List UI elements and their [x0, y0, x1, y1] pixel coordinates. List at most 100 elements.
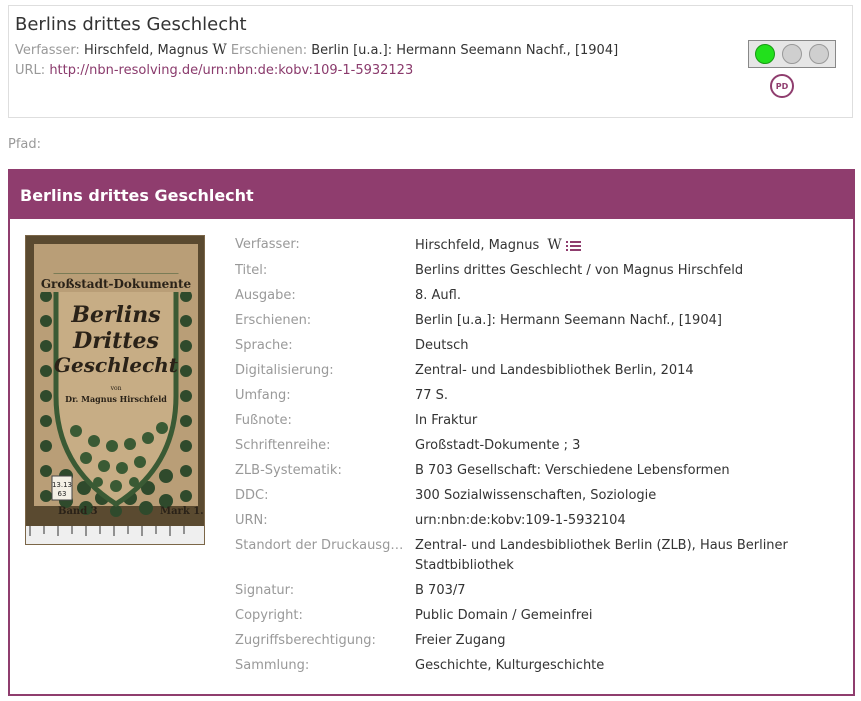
author-label: Verfasser:	[15, 43, 80, 58]
path-label: Pfad:	[8, 137, 42, 152]
metadata-label: Sammlung:	[235, 658, 310, 673]
cover-author-text: Dr. Magnus Hirschfeld	[65, 394, 167, 404]
metadata-label: Ausgabe:	[235, 288, 296, 303]
metadata-value: Großstadt-Dokumente ; 3	[415, 438, 581, 453]
metadata-label: Standort der Druckausgabe:	[235, 538, 415, 553]
metadata-value-cell: Deutsch	[415, 336, 825, 356]
metadata-label: Copyright:	[235, 608, 303, 623]
cover-title-line: Berlins	[70, 302, 160, 328]
metadata-value[interactable]: Hirschfeld, Magnus	[415, 238, 539, 253]
metadata-row-fu-note: Fußnote: In Fraktur	[235, 411, 835, 431]
published-value: Berlin [u.a.]: Hermann Seemann Nachf., […	[311, 43, 619, 58]
metadata-value: 77 S.	[415, 388, 449, 403]
metadata-value: Freier Zugang	[415, 633, 506, 648]
record-detail-panel: Berlins drittes Geschlecht Großstadt-Dok…	[8, 169, 855, 696]
metadata-value-cell: urn:nbn:de:kobv:109-1-5932104	[415, 511, 825, 531]
access-status-indicator	[748, 40, 836, 68]
cover-band-text: Band 3	[58, 506, 98, 517]
metadata-row-erschienen: Erschienen: Berlin [u.a.]: Hermann Seeman…	[235, 311, 835, 331]
status-light-off	[781, 44, 802, 64]
metadata-label: DDC:	[235, 488, 269, 503]
public-domain-badge[interactable]: PD	[770, 74, 794, 98]
metadata-row-sammlung: Sammlung: Geschichte, Kulturgeschichte	[235, 656, 835, 676]
metadata-value-cell: Zentral- und Landesbibliothek Berlin (ZL…	[415, 536, 825, 576]
metadata-value: B 703 Gesellschaft: Verschiedene Lebensf…	[415, 463, 730, 478]
metadata-value-cell: Hirschfeld, Magnus W	[415, 235, 825, 256]
status-light-green	[754, 44, 775, 64]
metadata-value: 300 Sozialwissenschaften, Soziologie	[415, 488, 657, 503]
metadata-value: Public Domain / Gemeinfrei	[415, 608, 593, 623]
metadata-table: Verfasser: Hirschfeld, Magnus W Titel: Berl…	[235, 235, 835, 681]
metadata-row-ddc: DDC: 300 Sozialwissenschaften, Soziologie	[235, 486, 835, 506]
cover-illustration: Großstadt-Dokumente Berlins Drittes Gesc…	[26, 236, 204, 544]
metadata-row-zlb-systematik: ZLB-Systematik: B 703 Gesellschaft: Versc…	[235, 461, 835, 481]
metadata-value: 8. Aufl.	[415, 288, 461, 303]
metadata-row-verfasser: Verfasser: Hirschfeld, Magnus W	[235, 235, 835, 256]
cover-von-text: von	[110, 385, 122, 392]
metadata-label: Umfang:	[235, 388, 291, 403]
url-label: URL:	[15, 63, 46, 78]
metadata-label: Titel:	[235, 263, 268, 278]
metadata-value: Geschichte, Kulturgeschichte	[415, 658, 605, 673]
metadata-value: Deutsch	[415, 338, 469, 353]
metadata-value-cell: Berlins drittes Geschlecht / von Magnus …	[415, 261, 825, 281]
metadata-value-cell: Public Domain / Gemeinfrei	[415, 606, 825, 626]
metadata-row-ausgabe: Ausgabe: 8. Aufl.	[235, 286, 835, 306]
metadata-label: Digitalisierung:	[235, 363, 334, 378]
cover-title-line: Drittes	[72, 328, 159, 354]
wikipedia-icon[interactable]: W	[547, 237, 561, 253]
metadata-value: Berlin [u.a.]: Hermann Seemann Nachf., […	[415, 313, 722, 328]
metadata-value-cell: 300 Sozialwissenschaften, Soziologie	[415, 486, 825, 506]
metadata-row-urn: URN: urn:nbn:de:kobv:109-1-5932104	[235, 511, 835, 531]
metadata-label: Fußnote:	[235, 413, 292, 428]
permanent-url-link[interactable]: http://nbn-resolving.de/urn:nbn:de:kobv:…	[49, 63, 413, 78]
metadata-label: Sprache:	[235, 338, 293, 353]
status-light-off	[809, 44, 830, 64]
book-cover-thumbnail[interactable]: Großstadt-Dokumente Berlins Drittes Gesc…	[25, 235, 205, 545]
summary-url-line: URL: http://nbn-resolving.de/urn:nbn:de:…	[15, 63, 413, 78]
metadata-value: Zentral- und Landesbibliothek Berlin (ZL…	[415, 538, 788, 573]
metadata-value: In Fraktur	[415, 413, 478, 428]
metadata-row-signatur: Signatur: B 703/7	[235, 581, 835, 601]
metadata-label: Schriftenreihe:	[235, 438, 331, 453]
metadata-row-digitalisierung: Digitalisierung: Zentral- und Landesbibli…	[235, 361, 835, 381]
metadata-value: B 703/7	[415, 583, 466, 598]
cover-series-text: Großstadt-Dokumente	[41, 277, 192, 291]
panel-title: Berlins drittes Geschlecht	[10, 171, 853, 219]
shelf-sticker-text: 63	[58, 490, 67, 498]
metadata-label: Verfasser:	[235, 237, 300, 252]
metadata-row-standort-der-druckausgabe: Standort der Druckausgabe: Zentral- und L…	[235, 536, 835, 576]
record-title: Berlins drittes Geschlecht	[15, 14, 247, 35]
metadata-value-cell: Zentral- und Landesbibliothek Berlin, 20…	[415, 361, 825, 381]
cover-title-line: Geschlecht	[54, 353, 179, 377]
metadata-value-cell: B 703 Gesellschaft: Verschiedene Lebensf…	[415, 461, 825, 481]
shelf-sticker-text: 13.13	[52, 481, 72, 489]
metadata-value-cell: B 703/7	[415, 581, 825, 601]
metadata-value-cell: 8. Aufl.	[415, 286, 825, 306]
list-icon[interactable]	[565, 240, 581, 252]
metadata-value-cell: Berlin [u.a.]: Hermann Seemann Nachf., […	[415, 311, 825, 331]
metadata-row-sprache: Sprache: Deutsch	[235, 336, 835, 356]
record-summary: Berlins drittes Geschlecht Verfasser: Hi…	[8, 5, 853, 118]
metadata-value: Zentral- und Landesbibliothek Berlin, 20…	[415, 363, 694, 378]
metadata-row-umfang: Umfang: 77 S.	[235, 386, 835, 406]
metadata-label: ZLB-Systematik:	[235, 463, 342, 478]
metadata-row-zugriffsberechtigung: Zugriffsberechtigung: Freier Zugang	[235, 631, 835, 651]
metadata-label: URN:	[235, 513, 268, 528]
author-link[interactable]: Hirschfeld, Magnus	[84, 43, 208, 58]
metadata-value-cell: Geschichte, Kulturgeschichte	[415, 656, 825, 676]
wikipedia-icon[interactable]: W	[212, 42, 226, 58]
published-label: Erschienen:	[230, 43, 308, 58]
metadata-value-cell: Freier Zugang	[415, 631, 825, 651]
summary-author-line: Verfasser: Hirschfeld, Magnus W Erschien…	[15, 42, 618, 58]
metadata-value-cell: 77 S.	[415, 386, 825, 406]
metadata-value-cell: In Fraktur	[415, 411, 825, 431]
metadata-value-cell: Großstadt-Dokumente ; 3	[415, 436, 825, 456]
metadata-label: Erschienen:	[235, 313, 312, 328]
metadata-label: Signatur:	[235, 583, 295, 598]
cover-price-text: Mark 1.	[160, 506, 204, 517]
metadata-row-copyright: Copyright: Public Domain / Gemeinfrei	[235, 606, 835, 626]
metadata-value: urn:nbn:de:kobv:109-1-5932104	[415, 513, 626, 528]
metadata-row-schriftenreihe: Schriftenreihe: Großstadt-Dokumente ; 3	[235, 436, 835, 456]
metadata-value: Berlins drittes Geschlecht / von Magnus …	[415, 263, 744, 278]
